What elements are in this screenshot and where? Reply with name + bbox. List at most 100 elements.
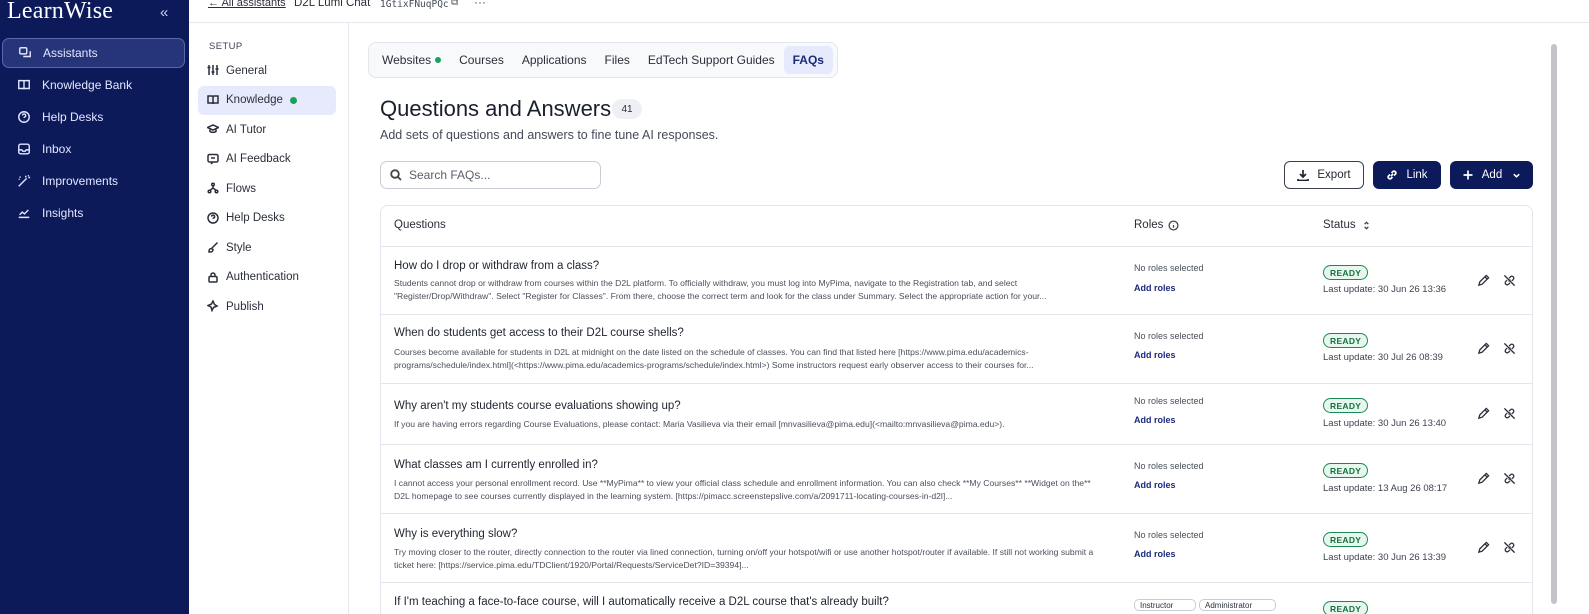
last-update-text: Last update: 30 Jun 26 13:39 [1323,552,1447,563]
last-update-text: Last update: 30 Jun 26 13:40 [1323,418,1447,429]
main-nav: Assistants Knowledge Bank Help Desks Inb… [2,38,185,230]
setup-section-label: SETUP [209,41,243,52]
question-text: When do students get access to their D2L… [394,327,684,339]
edit-icon[interactable] [1477,342,1491,356]
table-row[interactable]: Why aren't my students course evaluation… [381,384,1532,445]
settings-item-general[interactable]: General [198,56,336,86]
status-badge: READY [1323,463,1369,478]
table-row[interactable]: Why is everything slow? Try moving close… [381,514,1532,583]
export-button[interactable]: Export [1284,161,1364,189]
edit-icon[interactable] [1477,274,1491,288]
table-row[interactable]: What classes am I currently enrolled in?… [381,445,1532,514]
settings-item-label: AI Tutor [226,123,267,136]
last-update-text: Last update: 30 Jul 26 08:39 [1323,352,1443,363]
column-header-status[interactable]: Status [1323,219,1372,231]
answer-preview: I cannot access your personal enrollment… [394,478,1091,501]
help-circle-icon [16,109,32,125]
top-bar: ← All assistants D2L Lumi Chat 1GtixFNuq… [189,0,1589,23]
settings-item-ai-feedback[interactable]: AI Feedback [198,145,336,175]
scrollbar-thumb[interactable] [1551,44,1557,604]
table-row[interactable]: If I'm teaching a face-to-face course, w… [381,583,1532,614]
wand-icon [16,173,32,189]
search-box[interactable] [380,161,601,189]
answer-preview: Try moving closer to the router, directl… [394,547,1094,570]
add-button[interactable]: Add [1450,161,1533,189]
tab-websites[interactable]: Websites [373,46,450,74]
add-roles-link[interactable]: Add roles [1134,283,1176,293]
add-roles-link[interactable]: Add roles [1134,415,1176,425]
search-input[interactable] [409,168,589,182]
settings-item-publish[interactable]: Publish [198,292,336,322]
edit-icon[interactable] [1477,541,1491,555]
unlink-icon[interactable] [1503,274,1517,288]
unlink-icon[interactable] [1503,342,1517,356]
assistant-title: D2L Lumi Chat [294,0,371,9]
info-icon[interactable] [1168,219,1179,231]
nav-item-insights[interactable]: Insights [2,198,185,228]
settings-item-label: Knowledge [226,94,283,107]
table-row[interactable]: When do students get access to their D2L… [381,315,1532,384]
roles-none-text: No roles selected [1134,461,1204,471]
nav-item-help-desks[interactable]: Help Desks [2,102,185,132]
settings-list: General Knowledge AI Tutor AI Feedback F… [198,56,336,322]
back-link[interactable]: ← All assistants [208,0,286,9]
tab-edtech-support-guides[interactable]: EdTech Support Guides [639,46,784,74]
answer-preview: Courses become available for students in… [394,347,1034,370]
settings-item-style[interactable]: Style [198,233,336,263]
add-roles-link[interactable]: Add roles [1134,480,1176,490]
inbox-icon [16,141,32,157]
settings-item-label: Publish [226,300,264,313]
flows-icon [207,182,220,195]
nav-item-label: Inbox [42,142,72,156]
unlink-icon[interactable] [1503,407,1517,421]
copy-icon[interactable]: ⧉ [451,0,458,8]
collapse-sidebar-icon[interactable]: « [160,4,168,21]
question-text: How do I drop or withdraw from a class? [394,260,600,272]
question-text: Why is everything slow? [394,528,518,540]
feedback-icon [207,153,220,166]
nav-item-label: Improvements [42,174,119,188]
settings-item-help-desks[interactable]: Help Desks [198,204,336,234]
add-roles-link[interactable]: Add roles [1134,350,1176,360]
column-header-label: Questions [394,219,446,231]
roles-none-text: No roles selected [1134,263,1204,273]
settings-item-authentication[interactable]: Authentication [198,263,336,293]
table-row[interactable]: How do I drop or withdraw from a class? … [381,247,1532,315]
nav-item-label: Insights [42,206,84,220]
settings-item-label: Help Desks [226,212,285,225]
unlink-icon[interactable] [1503,472,1517,486]
unlink-icon[interactable] [1503,541,1517,555]
settings-item-ai-tutor[interactable]: AI Tutor [198,115,336,145]
link-button[interactable]: Link [1373,161,1441,189]
faq-table: Questions Roles Status How do I drop or … [380,205,1533,614]
page-scrollbar[interactable] [1551,40,1559,614]
nav-item-inbox[interactable]: Inbox [2,134,185,164]
settings-item-label: Style [226,241,252,254]
settings-item-label: General [226,64,267,77]
last-update-text: Last update: 13 Aug 26 08:17 [1323,483,1448,494]
add-roles-link[interactable]: Add roles [1134,549,1176,559]
settings-item-flows[interactable]: Flows [198,174,336,204]
more-options-icon[interactable]: ··· [474,0,486,9]
plus-icon [1463,170,1473,180]
assistants-icon [17,45,33,61]
settings-item-knowledge[interactable]: Knowledge [198,85,336,115]
book-icon [16,77,32,93]
status-badge: READY [1323,601,1369,614]
nav-item-assistants[interactable]: Assistants [2,38,185,68]
main-sidebar: LearnWise « Assistants Knowledge Bank He… [0,0,189,614]
tab-faqs[interactable]: FAQs [783,46,833,74]
edit-icon[interactable] [1477,407,1491,421]
link-icon [1387,170,1398,180]
tab-courses[interactable]: Courses [450,46,513,74]
publish-icon [207,300,220,313]
status-badge: READY [1323,333,1369,348]
nav-item-knowledge-bank[interactable]: Knowledge Bank [2,70,185,100]
nav-item-improvements[interactable]: Improvements [2,166,185,196]
tab-applications[interactable]: Applications [513,46,596,74]
sort-icon [1363,220,1369,230]
knowledge-tabs: Websites Courses Applications Files EdTe… [368,42,838,78]
edit-icon[interactable] [1477,472,1491,486]
tab-files[interactable]: Files [596,46,639,74]
column-header-label: Roles [1134,219,1164,231]
